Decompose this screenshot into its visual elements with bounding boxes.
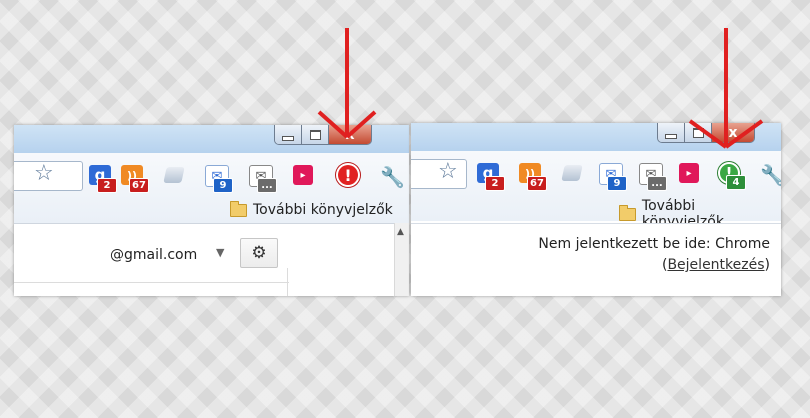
mail-icon[interactable]: ✉ 9 <box>205 165 233 193</box>
mail-icon[interactable]: ✉ 9 <box>599 163 627 191</box>
pink-extension-icon[interactable]: ▸ <box>679 163 705 187</box>
signin-link-line: (Bejelentkezés) <box>661 257 770 273</box>
divider <box>287 268 288 296</box>
calendar-icon[interactable] <box>163 167 191 191</box>
settings-gear-button[interactable]: ⚙ <box>240 238 278 268</box>
scroll-up-icon[interactable]: ▲ <box>397 227 404 237</box>
mail-badge: 9 <box>607 176 627 191</box>
google-plus-icon[interactable]: g 2 <box>89 165 117 193</box>
wrench-icon[interactable]: 🔧 <box>380 165 406 189</box>
left-browser-window: x ☆ g 2 )) 67 ✉ 9 ✉ ... ▸ ! 🔧 <box>14 125 409 296</box>
rss-badge: 67 <box>527 176 547 191</box>
minimize-button[interactable] <box>275 125 302 144</box>
rss-feed-icon[interactable]: )) 67 <box>519 163 547 191</box>
account-email[interactable]: @gmail.com <box>110 247 197 263</box>
gear-icon: ⚙ <box>251 243 267 263</box>
signin-link[interactable]: Bejelentkezés <box>667 257 764 273</box>
signin-area: Nem jelentkezett be ide: Chrome (Bejelen… <box>411 223 781 296</box>
arrow-pointer-left <box>317 28 377 139</box>
vertical-scrollbar[interactable]: ▲ <box>394 223 409 296</box>
gmail-header: @gmail.com ▼ ⚙ <box>14 223 409 296</box>
minimize-button[interactable] <box>658 123 685 142</box>
rss-badge: 67 <box>129 178 149 193</box>
wrench-icon[interactable]: 🔧 <box>760 163 781 187</box>
toolbar: ☆ g 2 )) 67 ✉ 9 ✉ ... ▸ ! 4 🔧 További kö… <box>411 151 781 230</box>
chevron-down-icon[interactable]: ▼ <box>216 246 224 259</box>
red-alert-icon[interactable]: ! <box>336 163 362 187</box>
pink-extension-icon[interactable]: ▸ <box>293 165 319 189</box>
green-alert-badge: 4 <box>726 175 746 190</box>
bookmark-folder-label: További könyvjelzők <box>253 202 393 218</box>
google-plus-badge: 2 <box>485 176 505 191</box>
bookmark-star-icon[interactable]: ☆ <box>438 159 458 184</box>
bookmark-folder[interactable]: További könyvjelzők <box>230 200 393 218</box>
green-alert-icon[interactable]: ! 4 <box>718 162 746 190</box>
folder-icon <box>619 204 636 221</box>
mail-gray-badge: ... <box>647 176 667 191</box>
mail-badge: 9 <box>213 178 233 193</box>
calendar-icon[interactable] <box>561 165 589 189</box>
google-plus-icon[interactable]: g 2 <box>477 163 505 191</box>
toolbar: ☆ g 2 )) 67 ✉ 9 ✉ ... ▸ ! 🔧 További köny… <box>14 153 409 223</box>
mail-gray-badge: ... <box>257 178 277 193</box>
rss-feed-icon[interactable]: )) 67 <box>121 165 149 193</box>
signin-notice: Nem jelentkezett be ide: Chrome (Bejelen… <box>538 234 770 276</box>
google-plus-badge: 2 <box>97 178 117 193</box>
bookmark-star-icon[interactable]: ☆ <box>34 161 54 186</box>
mail-gray-icon[interactable]: ✉ ... <box>639 163 667 191</box>
divider <box>14 282 289 283</box>
arrow-pointer-right <box>688 28 764 149</box>
folder-icon <box>230 200 247 217</box>
mail-gray-icon[interactable]: ✉ ... <box>249 165 277 193</box>
signin-status-text: Nem jelentkezett be ide: Chrome <box>538 236 770 252</box>
